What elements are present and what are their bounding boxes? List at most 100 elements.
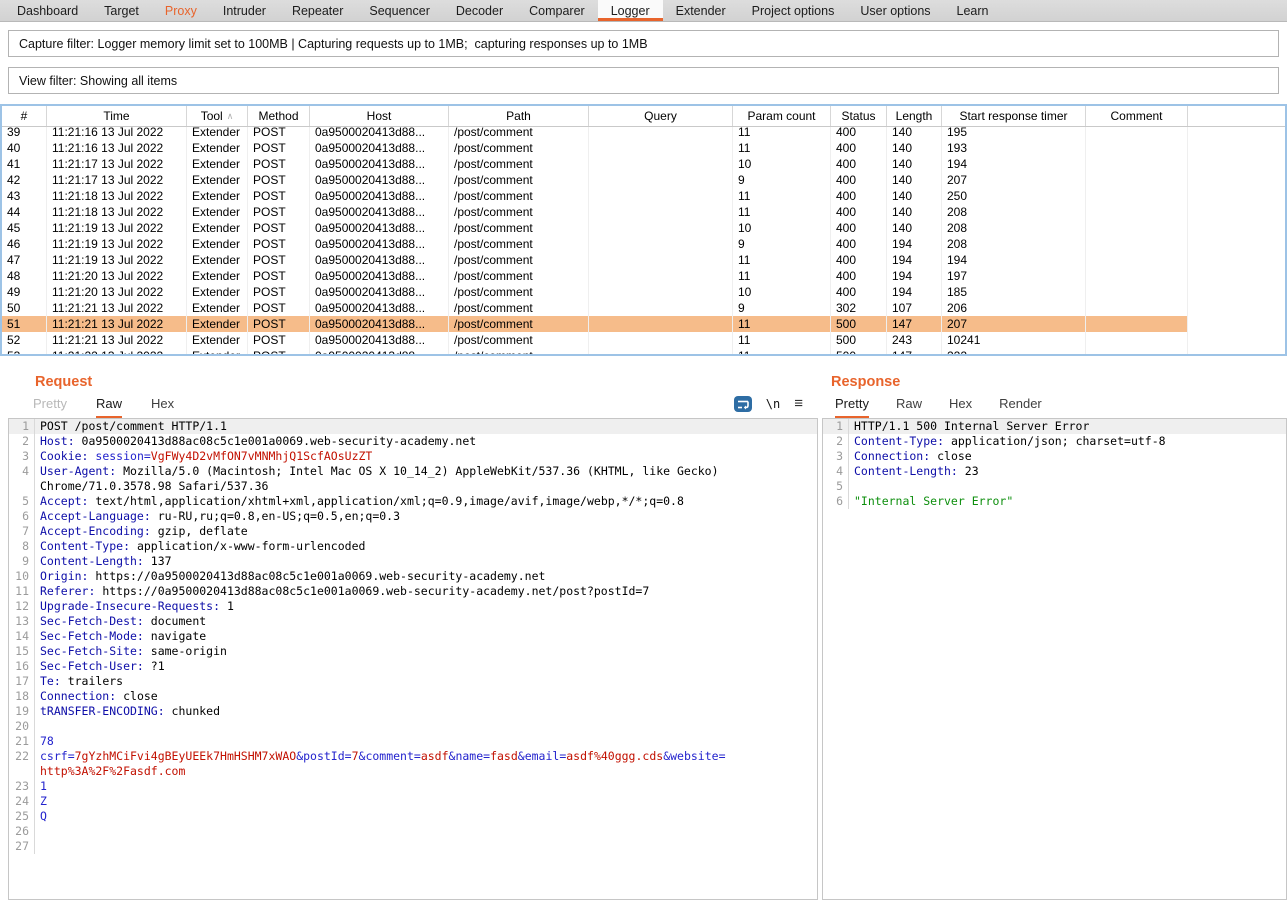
- main-tab-comparer[interactable]: Comparer: [516, 0, 598, 21]
- cell-id: 40: [2, 140, 47, 156]
- cell-status: 400: [831, 236, 887, 252]
- request-editor-line: 231: [9, 779, 817, 794]
- table-row[interactable]: 4611:21:19 13 Jul 2022ExtenderPOST0a9500…: [2, 236, 1285, 252]
- cell-path: /post/comment: [449, 332, 589, 348]
- column-header-tool[interactable]: Tool∧: [187, 106, 248, 126]
- cell-start-response-timer: 194: [942, 156, 1086, 172]
- main-tab-target[interactable]: Target: [91, 0, 152, 21]
- main-tab-extender[interactable]: Extender: [663, 0, 739, 21]
- token: trailers: [61, 674, 123, 688]
- response-tab-pretty[interactable]: Pretty: [835, 396, 869, 418]
- response-editor[interactable]: 1HTTP/1.1 500 Internal Server Error2Cont…: [822, 418, 1287, 900]
- word-wrap-toggle-icon[interactable]: [734, 396, 752, 412]
- response-editor-line: 3Connection: close: [823, 449, 1286, 464]
- token: Te:: [40, 674, 61, 688]
- main-tab-proxy[interactable]: Proxy: [152, 0, 210, 21]
- cell-length: 194: [887, 284, 942, 300]
- line-number: 4: [823, 464, 849, 479]
- cell-host: 0a9500020413d88...: [310, 172, 449, 188]
- cell-param-count: 11: [733, 204, 831, 220]
- table-row[interactable]: 4911:21:20 13 Jul 2022ExtenderPOST0a9500…: [2, 284, 1285, 300]
- line-number: 2: [9, 434, 35, 449]
- table-row[interactable]: 4711:21:19 13 Jul 2022ExtenderPOST0a9500…: [2, 252, 1285, 268]
- column-header-length[interactable]: Length: [887, 106, 942, 126]
- line-number: 20: [9, 719, 35, 734]
- cell-host: 0a9500020413d88...: [310, 188, 449, 204]
- cell-time: 11:21:21 13 Jul 2022: [47, 316, 187, 332]
- cell-param-count: 11: [733, 268, 831, 284]
- cell-filler: [1188, 300, 1285, 316]
- response-tab-render[interactable]: Render: [999, 396, 1042, 418]
- line-text: [35, 824, 40, 839]
- capture-filter-bar[interactable]: Capture filter: Logger memory limit set …: [8, 30, 1279, 57]
- column-header-param-count[interactable]: Param count: [733, 106, 831, 126]
- column-header-host[interactable]: Host: [310, 106, 449, 126]
- table-row[interactable]: 5111:21:21 13 Jul 2022ExtenderPOST0a9500…: [2, 316, 1285, 332]
- token: 23: [958, 464, 979, 478]
- response-editor-line: 5: [823, 479, 1286, 494]
- table-row[interactable]: 4811:21:20 13 Jul 2022ExtenderPOST0a9500…: [2, 268, 1285, 284]
- token: Mozilla/5.0 (Macintosh; Intel Mac OS X 1…: [116, 464, 718, 478]
- column-header-label: Length: [896, 109, 933, 123]
- token: HTTP/1.1 500 Internal Server Error: [854, 419, 1089, 433]
- view-filter-bar[interactable]: View filter: Showing all items: [8, 67, 1279, 94]
- request-tab-pretty[interactable]: Pretty: [33, 396, 67, 418]
- response-editor-line: 4Content-Length: 23: [823, 464, 1286, 479]
- token: https://0a9500020413d88ac08c5c1e001a0069…: [88, 569, 545, 583]
- main-tab-project-options[interactable]: Project options: [739, 0, 848, 21]
- token: csrf=: [40, 749, 75, 763]
- table-row[interactable]: 5311:21:22 13 Jul 2022ExtenderPOST0a9500…: [2, 348, 1285, 356]
- table-row[interactable]: 4311:21:18 13 Jul 2022ExtenderPOST0a9500…: [2, 188, 1285, 204]
- column-header-query[interactable]: Query: [589, 106, 733, 126]
- cell-tool: Extender: [187, 332, 248, 348]
- main-tab-decoder[interactable]: Decoder: [443, 0, 516, 21]
- table-row[interactable]: 5211:21:21 13 Jul 2022ExtenderPOST0a9500…: [2, 332, 1285, 348]
- table-row[interactable]: 4511:21:19 13 Jul 2022ExtenderPOST0a9500…: [2, 220, 1285, 236]
- token: close: [116, 689, 158, 703]
- line-text: POST /post/comment HTTP/1.1: [35, 419, 227, 434]
- table-row[interactable]: 4011:21:16 13 Jul 2022ExtenderPOST0a9500…: [2, 140, 1285, 156]
- cell-path: /post/comment: [449, 188, 589, 204]
- main-tab-sequencer[interactable]: Sequencer: [356, 0, 442, 21]
- request-editor-line: Chrome/71.0.3578.98 Safari/537.36: [9, 479, 817, 494]
- request-tab-hex[interactable]: Hex: [151, 396, 174, 418]
- response-tab-hex[interactable]: Hex: [949, 396, 972, 418]
- main-tab-dashboard[interactable]: Dashboard: [4, 0, 91, 21]
- column-header-label: Comment: [1110, 109, 1162, 123]
- token: chunked: [165, 704, 220, 718]
- column-header-method[interactable]: Method: [248, 106, 310, 126]
- column-header-[interactable]: #: [2, 106, 47, 126]
- main-tab-logger[interactable]: Logger: [598, 0, 663, 21]
- line-number: 4: [9, 464, 35, 479]
- column-header-time[interactable]: Time: [47, 106, 187, 126]
- column-header-comment[interactable]: Comment: [1086, 106, 1188, 126]
- request-editor-line: 9Content-Length: 137: [9, 554, 817, 569]
- cell-param-count: 10: [733, 156, 831, 172]
- column-header-start-response-timer[interactable]: Start response timer: [942, 106, 1086, 126]
- cell-length: 140: [887, 172, 942, 188]
- column-header-path[interactable]: Path: [449, 106, 589, 126]
- editor-menu-icon[interactable]: ≡: [794, 397, 803, 411]
- cell-comment: [1086, 204, 1188, 220]
- main-tab-user-options[interactable]: User options: [847, 0, 943, 21]
- table-row[interactable]: 4411:21:18 13 Jul 2022ExtenderPOST0a9500…: [2, 204, 1285, 220]
- response-tab-raw[interactable]: Raw: [896, 396, 922, 418]
- cell-method: POST: [248, 284, 310, 300]
- request-editor[interactable]: 1POST /post/comment HTTP/1.12Host: 0a950…: [8, 418, 818, 900]
- table-row[interactable]: 4111:21:17 13 Jul 2022ExtenderPOST0a9500…: [2, 156, 1285, 172]
- newline-icon[interactable]: \n: [766, 397, 780, 411]
- cell-id: 41: [2, 156, 47, 172]
- main-tab-intruder[interactable]: Intruder: [210, 0, 279, 21]
- cell-length: 107: [887, 300, 942, 316]
- cell-filler: [1188, 204, 1285, 220]
- cell-comment: [1086, 300, 1188, 316]
- cell-status: 400: [831, 220, 887, 236]
- cell-length: 194: [887, 268, 942, 284]
- table-row[interactable]: 5011:21:21 13 Jul 2022ExtenderPOST0a9500…: [2, 300, 1285, 316]
- token: Sec-Fetch-User:: [40, 659, 144, 673]
- table-row[interactable]: 4211:21:17 13 Jul 2022ExtenderPOST0a9500…: [2, 172, 1285, 188]
- column-header-status[interactable]: Status: [831, 106, 887, 126]
- request-tab-raw[interactable]: Raw: [96, 396, 122, 418]
- main-tab-repeater[interactable]: Repeater: [279, 0, 356, 21]
- main-tab-learn[interactable]: Learn: [944, 0, 1002, 21]
